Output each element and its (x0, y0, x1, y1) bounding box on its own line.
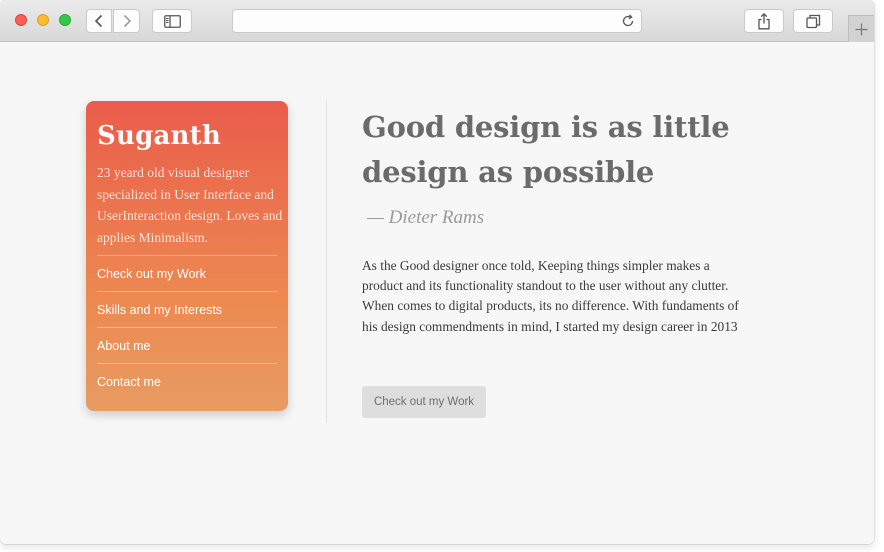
quote-attribution: — Dieter Rams (367, 207, 485, 228)
menu-item-contact[interactable]: Contact me (97, 363, 277, 399)
share-button[interactable] (744, 9, 784, 33)
profile-bio: 23 yeard old visual designer specialized… (97, 165, 283, 245)
profile-menu: Check out my Work Skills and my Interest… (97, 255, 277, 399)
zoom-window-button[interactable] (59, 14, 71, 26)
page-content: Suganth 23 yeard old visual designer spe… (0, 43, 874, 544)
back-button[interactable] (86, 9, 112, 33)
show-all-tabs-button[interactable] (793, 9, 833, 33)
profile-name: Suganth (97, 121, 221, 151)
intro-paragraph: As the Good designer once told, Keeping … (362, 258, 739, 334)
new-tab-button[interactable] (848, 15, 874, 42)
chevron-right-icon (123, 14, 131, 28)
browser-toolbar (0, 0, 874, 42)
sidebar-toggle-button[interactable] (152, 9, 192, 33)
tabs-overview-icon (805, 14, 820, 28)
forward-button[interactable] (113, 9, 140, 33)
share-icon (758, 12, 770, 29)
menu-item-skills[interactable]: Skills and my Interests (97, 291, 277, 327)
profile-card: Suganth 23 yeard old visual designer spe… (86, 101, 288, 411)
check-out-work-button[interactable]: Check out my Work (362, 386, 486, 418)
close-window-button[interactable] (15, 14, 27, 26)
address-bar[interactable] (232, 9, 642, 33)
vertical-divider (326, 100, 327, 423)
sidebar-icon (163, 14, 181, 28)
chevron-left-icon (94, 14, 103, 28)
menu-item-about[interactable]: About me (97, 327, 277, 363)
quote-headline: Good design is as little design as possi… (362, 110, 730, 189)
plus-icon (855, 23, 868, 35)
minimize-window-button[interactable] (37, 14, 49, 26)
reload-icon[interactable] (621, 14, 635, 28)
browser-window: Suganth 23 yeard old visual designer spe… (0, 0, 874, 544)
menu-item-work[interactable]: Check out my Work (97, 255, 277, 291)
